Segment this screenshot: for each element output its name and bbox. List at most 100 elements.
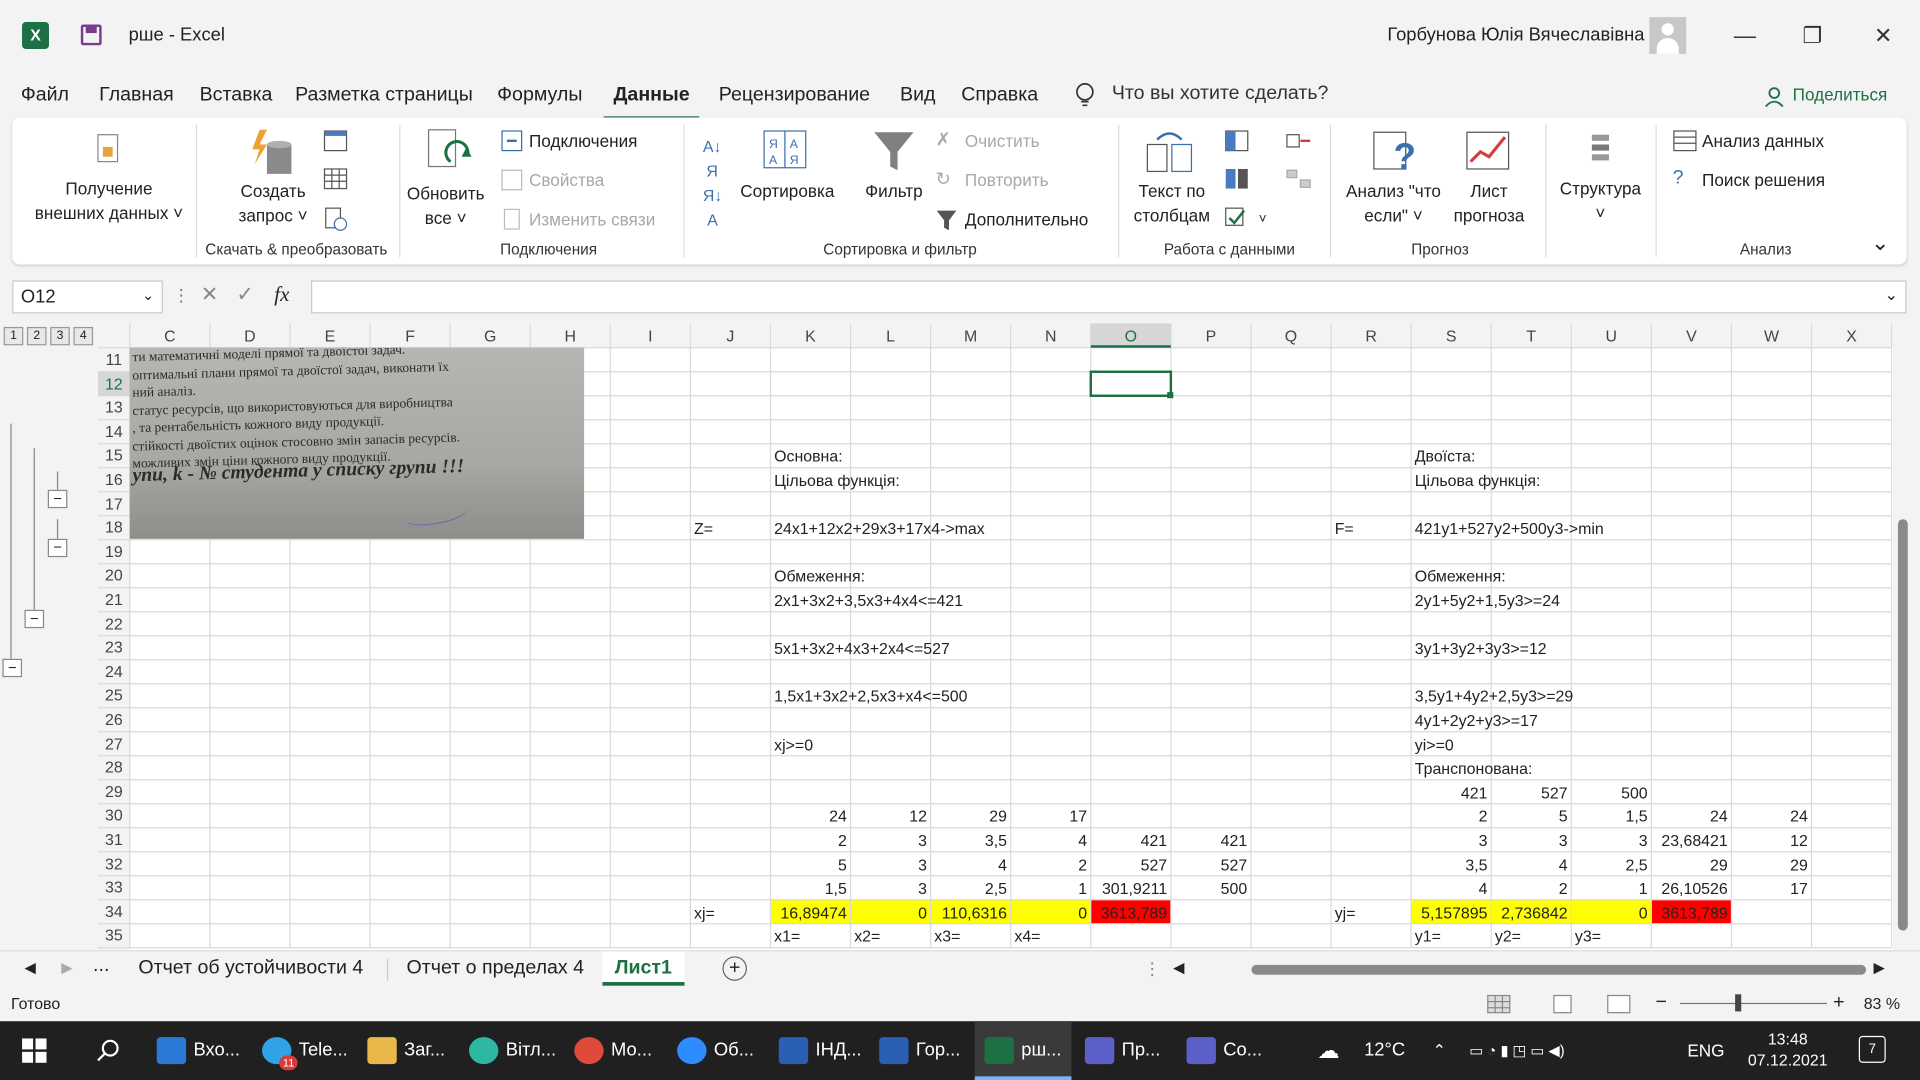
flash-fill-icon[interactable] [1225, 130, 1249, 152]
cell-n32[interactable]: 2 [1011, 853, 1087, 876]
cell-k27[interactable]: xj>=0 [774, 733, 813, 756]
zoom-level[interactable]: 83 % [1864, 994, 1900, 1012]
outline-level-button[interactable]: 4 [73, 326, 94, 346]
sort-a-z-icon[interactable]: А↓ Я [703, 135, 722, 184]
row-header[interactable]: 34 [98, 900, 130, 923]
cell-l30[interactable]: 12 [851, 805, 927, 828]
text-to-columns-button[interactable]: Текст по столбцам [1122, 179, 1222, 228]
row-header[interactable]: 22 [98, 612, 130, 635]
column-header[interactable]: C [130, 324, 210, 347]
page-break-icon[interactable] [1607, 994, 1631, 1014]
cell-k15[interactable]: Основна: [774, 445, 843, 468]
from-table-icon[interactable] [323, 168, 348, 190]
share-button[interactable]: Поделиться [1793, 84, 1888, 104]
show-queries-icon[interactable] [323, 130, 348, 152]
row-header[interactable]: 24 [98, 660, 130, 683]
create-query-button[interactable]: Создать запрос ˅ [230, 179, 316, 228]
column-header[interactable]: F [370, 324, 450, 347]
tab-review[interactable]: Рецензирование [719, 84, 870, 106]
tab-page-layout[interactable]: Разметка страницы [295, 84, 473, 106]
cell-l31[interactable]: 3 [851, 829, 927, 852]
cell-n35[interactable]: x4= [1014, 925, 1040, 948]
edit-links-button[interactable]: Изменить связи [529, 207, 655, 231]
tray-expand-icon[interactable]: ⌃ [1433, 1021, 1446, 1080]
properties-button[interactable]: Свойства [529, 168, 604, 192]
cell-n30[interactable]: 17 [1011, 805, 1087, 828]
cell-l32[interactable]: 3 [851, 853, 927, 876]
row-header[interactable]: 12 [98, 372, 130, 395]
taskbar-mail[interactable]: Вхо... [156, 1021, 240, 1080]
collapse-ribbon-icon[interactable]: ⌄ [1871, 230, 1889, 254]
cell-s30[interactable]: 2 [1411, 805, 1488, 828]
tray-icons[interactable]: ▭ ◔ ▮ ◳ ▭ ◀) [1469, 1021, 1564, 1080]
outline-collapse-button[interactable]: − [47, 538, 68, 558]
worksheet-grid[interactable]: 1 2 3 4− − − − CDEFGHIJKLMNOPQRSTUVWX 11 12 13 14… [0, 323, 1920, 951]
row-header[interactable]: 18 [98, 516, 130, 539]
save-icon[interactable] [80, 24, 102, 46]
cell-s32[interactable]: 3,5 [1411, 853, 1487, 876]
sort-button[interactable]: Сортировка [735, 179, 840, 203]
column-header[interactable]: N [1011, 324, 1091, 347]
zoom-in-icon[interactable]: + [1833, 992, 1844, 1014]
cell-v32[interactable]: 29 [1651, 853, 1728, 876]
outline-level-button[interactable]: 1 [3, 326, 24, 346]
row-header[interactable]: 20 [98, 564, 130, 587]
cell-o32[interactable]: 527 [1091, 853, 1168, 876]
cell-k18[interactable]: 24x1+12x2+29x3+17x4->max [774, 517, 985, 540]
tab-view[interactable]: Вид [900, 84, 935, 106]
cell-t31[interactable]: 3 [1491, 829, 1568, 852]
cell-m35[interactable]: x3= [934, 925, 960, 948]
hscroll-right-icon[interactable]: ▶ [1873, 959, 1884, 976]
cell-t30[interactable]: 5 [1491, 805, 1568, 828]
cell-o33[interactable]: 301,9211 [1091, 877, 1167, 900]
cell-s27[interactable]: yi>=0 [1415, 733, 1454, 756]
cell-p32[interactable]: 527 [1171, 853, 1248, 876]
enter-icon[interactable]: ✓ [236, 283, 253, 307]
column-header[interactable]: L [851, 324, 931, 347]
cell-n31[interactable]: 4 [1011, 829, 1087, 852]
column-header[interactable]: U [1571, 324, 1651, 347]
cell-k32[interactable]: 5 [770, 853, 847, 876]
tab-insert[interactable]: Вставка [200, 84, 273, 106]
cell-w30[interactable]: 24 [1731, 805, 1808, 828]
cell-s29[interactable]: 421 [1411, 781, 1488, 804]
close-icon[interactable]: ✕ [1867, 20, 1899, 52]
outline-collapse-button[interactable]: − [47, 489, 68, 509]
column-header[interactable]: W [1731, 324, 1811, 347]
cell-v34[interactable]: 3613,789 [1651, 901, 1727, 924]
outline-collapse-button[interactable]: − [24, 609, 45, 629]
row-header[interactable]: 28 [98, 756, 130, 779]
column-header[interactable]: H [530, 324, 610, 347]
outline-button[interactable]: Структура ˅ [1550, 176, 1650, 225]
cell-t34[interactable]: 2,736842 [1491, 901, 1567, 924]
cell-u35[interactable]: y3= [1575, 925, 1601, 948]
taskbar-edge[interactable]: Вітл... [468, 1021, 556, 1080]
cell-o34[interactable]: 3613,789 [1091, 901, 1167, 924]
row-header[interactable]: 26 [98, 708, 130, 731]
remove-duplicates-icon[interactable] [1225, 168, 1249, 190]
column-header[interactable]: O [1091, 324, 1171, 347]
cell-s15[interactable]: Двоїста: [1415, 445, 1476, 468]
clear-button[interactable]: Очистить [965, 129, 1040, 153]
cell-k20[interactable]: Обмеження: [774, 565, 865, 588]
column-header[interactable]: D [210, 324, 290, 347]
cell-n33[interactable]: 1 [1011, 877, 1087, 900]
taskbar-excel-active[interactable]: рш... [974, 1021, 1072, 1080]
consolidate-icon[interactable] [1286, 130, 1313, 152]
column-header[interactable]: J [690, 324, 770, 347]
cell-l33[interactable]: 3 [851, 877, 927, 900]
notifications-icon[interactable]: 7 [1858, 1035, 1886, 1063]
zoom-out-icon[interactable]: − [1656, 992, 1667, 1014]
cell-v30[interactable]: 24 [1651, 805, 1728, 828]
tell-me-search[interactable]: Что вы хотите сделать? [1112, 83, 1329, 105]
forecast-sheet-button[interactable]: Лист прогноза [1445, 179, 1533, 228]
get-external-data-button[interactable]: Получение внешних данных ˅ [29, 176, 188, 225]
cell-t32[interactable]: 4 [1491, 853, 1568, 876]
cell-k33[interactable]: 1,5 [770, 877, 847, 900]
cell-r18[interactable]: F= [1335, 517, 1354, 540]
cell-k35[interactable]: x1= [774, 925, 800, 948]
taskbar-zoom[interactable]: Об... [677, 1021, 754, 1080]
cell-s20[interactable]: Обмеження: [1415, 565, 1506, 588]
sheet-tab-active[interactable]: Лист1 [602, 951, 685, 986]
column-header[interactable]: P [1171, 324, 1251, 347]
